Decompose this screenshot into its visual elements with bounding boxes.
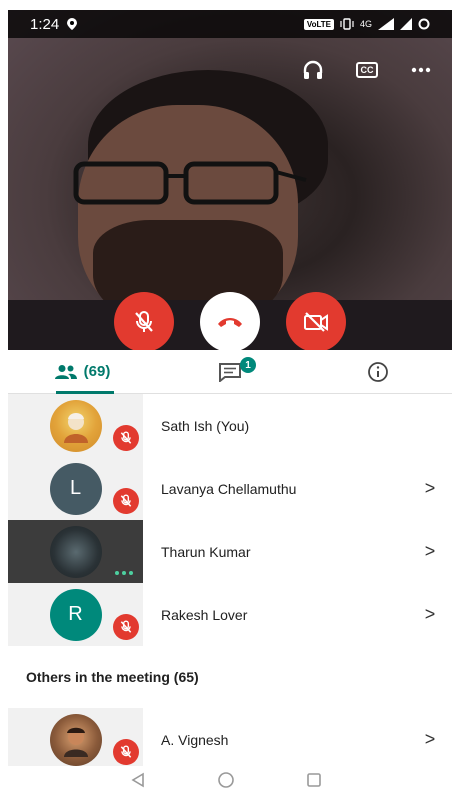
end-call-icon [218, 318, 242, 327]
muted-indicator [113, 739, 139, 765]
mic-off-icon [120, 494, 132, 507]
participant-row[interactable]: R Rakesh Lover > [8, 583, 452, 646]
participant-tile: R [8, 583, 143, 646]
battery-icon [418, 18, 430, 30]
video-person-glasses [73, 161, 307, 205]
tab-chat[interactable]: 1 [156, 350, 304, 393]
back-nav-icon[interactable] [128, 772, 148, 788]
chevron-right-icon[interactable]: > [418, 478, 442, 499]
chat-unread-badge: 1 [240, 357, 256, 373]
participant-list: Sath Ish (You) L Lavanya Chellamuthu > T… [8, 394, 452, 771]
chevron-right-icon[interactable]: > [418, 541, 442, 562]
people-count: (69) [83, 363, 111, 380]
others-section-title: Others in the meeting (65) [8, 646, 452, 708]
speaking-indicator [115, 571, 133, 575]
recents-nav-icon[interactable] [304, 772, 324, 788]
participant-row[interactable]: Sath Ish (You) [8, 394, 452, 457]
camera-off-icon [304, 312, 328, 332]
participant-name: Sath Ish (You) [161, 417, 250, 434]
participant-tile: L [8, 457, 143, 520]
muted-indicator [113, 425, 139, 451]
chevron-right-icon[interactable]: > [418, 729, 442, 750]
volte-badge: VoLTE [303, 18, 334, 30]
participant-name: Lavanya Chellamuthu [161, 480, 297, 497]
end-call-button[interactable] [200, 292, 260, 350]
participant-row[interactable]: L Lavanya Chellamuthu > [8, 457, 452, 520]
video-top-toolbar: CC [300, 58, 434, 82]
muted-indicator [113, 614, 139, 640]
avatar [49, 525, 102, 578]
participant-name: A. Vignesh [161, 731, 229, 748]
avatar-photo-icon [63, 727, 88, 757]
headphones-icon[interactable] [300, 58, 326, 82]
participant-row[interactable]: Tharun Kumar > [8, 520, 452, 583]
avatar: L [49, 462, 102, 515]
participant-row[interactable]: A. Vignesh > [8, 708, 452, 771]
status-bar: 1:24 VoLTE 4G [8, 10, 452, 38]
participant-tile [8, 394, 143, 457]
avatar [49, 713, 102, 766]
mic-off-icon [135, 311, 153, 332]
app-screen: CC 1:24 VoLTE 4G (69) 1 Sath Ish (You) L… [0, 0, 452, 794]
avatar [49, 399, 102, 452]
mic-off-icon [120, 620, 132, 633]
status-indicators: VoLTE 4G [303, 18, 430, 30]
mute-mic-button[interactable] [114, 292, 174, 350]
tab-people[interactable]: (69) [8, 350, 156, 394]
status-time: 1:24 [30, 15, 60, 33]
avatar-photo-icon [63, 412, 88, 443]
camera-off-button[interactable] [286, 292, 346, 350]
signal-2-icon [400, 18, 412, 30]
chevron-right-icon[interactable]: > [418, 604, 442, 625]
participant-name: Tharun Kumar [161, 543, 251, 560]
mic-off-icon [120, 745, 132, 758]
closed-captions-icon[interactable]: CC [354, 58, 380, 82]
muted-indicator [113, 488, 139, 514]
call-controls [8, 292, 452, 350]
more-options-icon[interactable] [408, 58, 434, 82]
participant-tile [8, 708, 143, 771]
participant-tile [8, 520, 143, 583]
signal-icon [378, 18, 394, 30]
system-nav-bar [0, 766, 452, 794]
info-icon [368, 361, 388, 382]
avatar: R [49, 588, 102, 641]
main-video-feed[interactable]: CC [8, 10, 452, 350]
chat-icon [219, 362, 241, 382]
data-indicator: 4G [359, 19, 372, 29]
tab-info[interactable] [304, 350, 452, 393]
closed-captions-label: CC [356, 62, 378, 78]
mic-off-icon [120, 431, 132, 444]
participant-name: Rakesh Lover [161, 606, 248, 623]
meeting-tabs: (69) 1 [8, 350, 452, 394]
location-icon [67, 18, 78, 30]
home-nav-icon[interactable] [216, 772, 236, 788]
people-icon [54, 364, 77, 379]
vibrate-icon [340, 18, 354, 30]
